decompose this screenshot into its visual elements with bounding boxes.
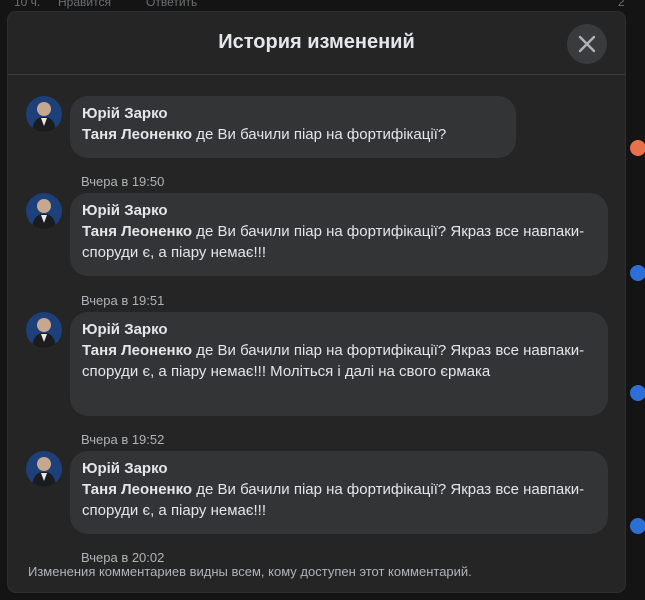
comment-text: Таня Леоненко де Ви бачили піар на форти…: [82, 124, 504, 145]
close-button[interactable]: [567, 24, 607, 64]
avatar[interactable]: [26, 312, 62, 348]
comment-bubble: Юрій Зарко Таня Леоненко де Ви бачили пі…: [70, 451, 608, 534]
background-count: 2: [618, 0, 625, 9]
edit-history-dialog: История изменений Юрій Зарко Таня Леонен…: [8, 12, 625, 592]
author-name[interactable]: Юрій Зарко: [82, 320, 596, 340]
edit-timestamp: Вчера в 19:50: [81, 174, 165, 189]
background-like-icon: [630, 265, 645, 281]
avatar-image: [26, 193, 62, 229]
comment-bubble: Юрій Зарко Таня Леоненко де Ви бачили пі…: [70, 193, 608, 276]
edit-timestamp: Вчера в 19:52: [81, 432, 165, 447]
mention-link[interactable]: Таня Леоненко: [82, 223, 192, 240]
author-name[interactable]: Юрій Зарко: [82, 104, 504, 124]
background-time: 10 ч.: [14, 0, 41, 9]
comment-body: де Ви бачили піар на фортифікації?: [196, 126, 447, 143]
avatar-image: [26, 96, 62, 132]
avatar[interactable]: [26, 193, 62, 229]
avatar[interactable]: [26, 451, 62, 487]
comment-text: Таня Леоненко де Ви бачили піар на форти…: [82, 340, 596, 382]
background-reaction-icon: [630, 140, 645, 156]
edit-timestamp: Вчера в 19:51: [81, 293, 165, 308]
background-like-icon: [630, 385, 645, 401]
background-like-icon: [630, 518, 645, 534]
mention-link[interactable]: Таня Леоненко: [82, 342, 192, 359]
comment-bubble: Юрій Зарко Таня Леоненко де Ви бачили пі…: [70, 96, 516, 158]
author-name[interactable]: Юрій Зарко: [82, 459, 596, 479]
mention-link[interactable]: Таня Леоненко: [82, 126, 192, 143]
mention-link[interactable]: Таня Леоненко: [82, 481, 192, 498]
comment-text: Таня Леоненко де Ви бачили піар на форти…: [82, 479, 596, 521]
comment-bubble: Юрій Зарко Таня Леоненко де Ви бачили пі…: [70, 312, 608, 416]
background-comment-actions: 10 ч. Нравится Ответить 2: [0, 0, 645, 12]
avatar[interactable]: [26, 96, 62, 132]
dialog-header: История изменений: [8, 12, 625, 75]
visibility-notice: Изменения комментариев видны всем, кому …: [28, 564, 472, 579]
dialog-title: История изменений: [218, 31, 415, 53]
background-like-link[interactable]: Нравится: [58, 0, 111, 8]
author-name[interactable]: Юрій Зарко: [82, 201, 596, 221]
background-reply-link[interactable]: Ответить: [146, 0, 197, 8]
avatar-image: [26, 312, 62, 348]
close-icon: [578, 35, 596, 53]
comment-text: Таня Леоненко де Ви бачили піар на форти…: [82, 221, 596, 263]
avatar-image: [26, 451, 62, 487]
